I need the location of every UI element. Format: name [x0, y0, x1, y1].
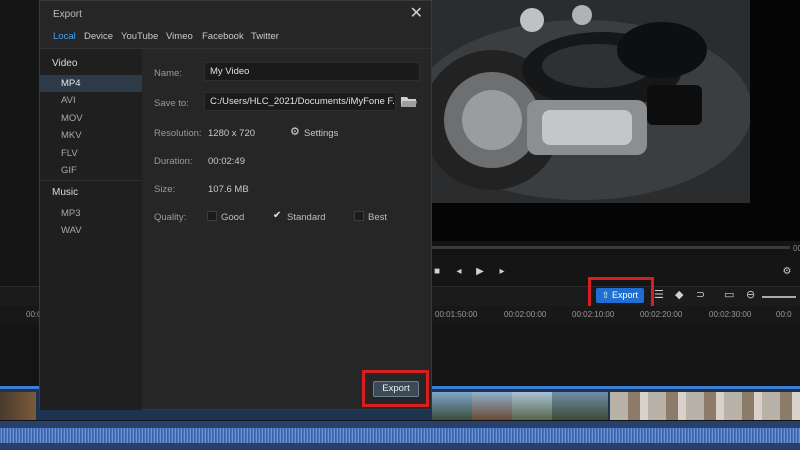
- quality-best-checkbox[interactable]: [354, 211, 364, 221]
- resolution-label: Resolution:: [154, 128, 202, 139]
- export-dialog: Export ✕ Local Device YouTube Vimeo Face…: [39, 0, 433, 410]
- tab-device[interactable]: Device: [84, 31, 113, 42]
- folder-icon[interactable]: [401, 96, 417, 108]
- quality-standard-checkbox[interactable]: ✔: [273, 211, 283, 221]
- highlight-box-dialog-export: [362, 370, 429, 407]
- tab-local[interactable]: Local: [53, 31, 76, 42]
- format-avi[interactable]: AVI: [40, 92, 142, 109]
- format-mov[interactable]: MOV: [40, 110, 142, 127]
- tab-vimeo[interactable]: Vimeo: [166, 31, 193, 42]
- gear-icon[interactable]: ⚙: [782, 267, 792, 277]
- snap-icon[interactable]: ⊃: [696, 289, 705, 301]
- quality-label: Quality:: [154, 212, 187, 223]
- quality-best-label: Best: [368, 212, 388, 223]
- clip-thumbnail: [472, 392, 512, 420]
- preview-letterbox-right: [750, 0, 800, 203]
- close-icon[interactable]: ✕: [410, 5, 423, 23]
- duration-label: Duration:: [154, 156, 193, 167]
- ruler-tick: 00:02:10:00: [572, 310, 615, 319]
- adjust-icon[interactable]: ☰: [654, 289, 664, 301]
- clip-thumbnail: [512, 392, 552, 420]
- format-wav[interactable]: WAV: [40, 222, 142, 239]
- marker-icon[interactable]: ◆: [675, 289, 683, 301]
- clip-thumbnail: [552, 392, 608, 420]
- preview-scrubber[interactable]: [432, 246, 790, 249]
- record-icon[interactable]: ▭: [724, 289, 734, 301]
- duration-value: 00:02:49: [208, 156, 245, 167]
- previous-frame-icon[interactable]: ◂: [454, 267, 464, 277]
- zoom-out-icon[interactable]: ⊖: [746, 289, 755, 301]
- clip-thumbnail: [0, 392, 36, 420]
- next-frame-icon[interactable]: ▸: [497, 267, 507, 277]
- name-input[interactable]: My Video: [204, 62, 420, 81]
- ruler-tick: 00:01:50:00: [435, 310, 478, 319]
- format-list: Video MP4 AVI MOV MKV FLV GIF Music MP3 …: [40, 49, 142, 410]
- quality-good-label: Good: [221, 212, 245, 223]
- format-mkv[interactable]: MKV: [40, 127, 142, 144]
- clip-thumbnail: [432, 392, 472, 420]
- export-tabs: Local Device YouTube Vimeo Facebook Twit…: [40, 27, 433, 49]
- tab-twitter[interactable]: Twitter: [251, 31, 279, 42]
- settings-link[interactable]: Settings: [304, 128, 338, 139]
- play-icon[interactable]: ▶: [475, 267, 485, 277]
- preview-timecode: 00: [793, 244, 800, 253]
- music-heading: Music: [52, 187, 79, 198]
- size-label: Size:: [154, 184, 176, 195]
- ruler-tick: 00:0: [776, 310, 792, 319]
- format-gif[interactable]: GIF: [40, 162, 142, 179]
- settings-gear-icon[interactable]: ⚙: [290, 127, 300, 138]
- format-mp3[interactable]: MP3: [40, 205, 142, 222]
- tab-facebook[interactable]: Facebook: [202, 31, 244, 42]
- resolution-value: 1280 x 720: [208, 128, 256, 139]
- divider: [40, 180, 142, 181]
- format-flv[interactable]: FLV: [40, 145, 142, 162]
- preview-letterbox-bottom: [432, 203, 800, 241]
- video-heading: Video: [52, 58, 78, 69]
- motorcycle-image: [432, 0, 750, 203]
- quality-good-checkbox[interactable]: [207, 211, 217, 221]
- save-to-label: Save to:: [154, 98, 189, 109]
- save-path-input[interactable]: C:/Users/HLC_2021/Documents/iMyFone F...: [204, 92, 396, 111]
- name-label: Name:: [154, 68, 182, 79]
- stop-icon[interactable]: ■: [432, 267, 442, 277]
- tab-youtube[interactable]: YouTube: [121, 31, 158, 42]
- ruler-tick: 00:02:20:00: [640, 310, 683, 319]
- ruler-tick: 00:02:30:00: [709, 310, 752, 319]
- clip-thumbnail: [610, 392, 800, 420]
- video-preview: [432, 0, 750, 203]
- ruler-tick: 00:02:00:00: [504, 310, 547, 319]
- size-value: 107.6 MB: [208, 184, 249, 195]
- dialog-title: Export: [53, 9, 82, 20]
- audio-track[interactable]: [0, 421, 800, 450]
- format-mp4[interactable]: MP4: [40, 75, 142, 92]
- zoom-slider[interactable]: [762, 296, 796, 298]
- quality-standard-label: Standard: [287, 212, 326, 223]
